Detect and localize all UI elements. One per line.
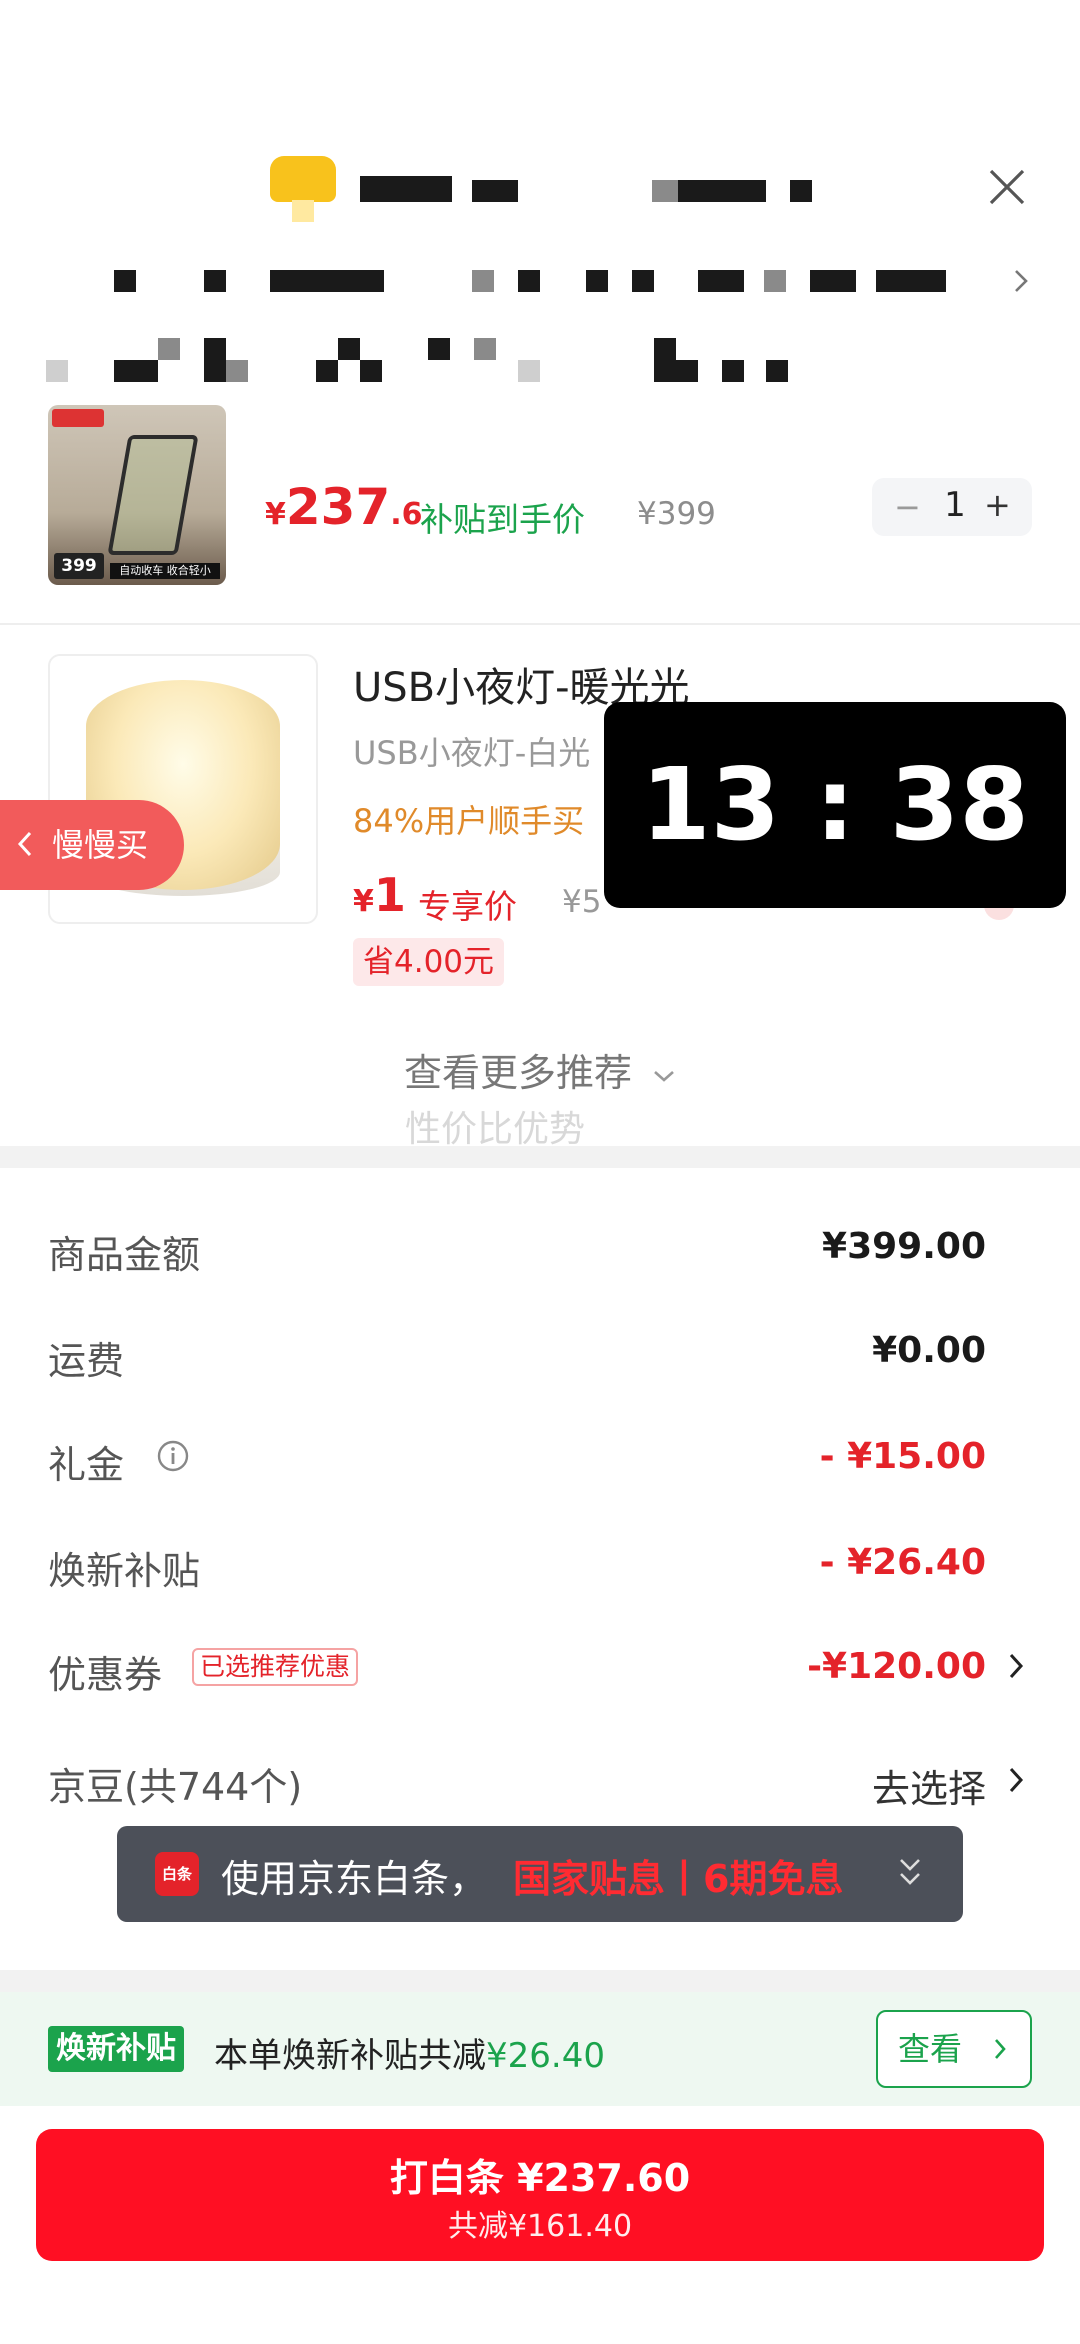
gift-value: - ¥15.00: [819, 1436, 986, 1477]
pay-main-text: 打白条 ¥237.60: [389, 2156, 691, 2200]
coupon-tag: 已选推荐优惠: [192, 1648, 359, 1686]
view-label: 查看: [898, 2030, 963, 2068]
subsidy-bar: 焕新补贴 本单焕新补贴共减¥26.40 查看: [0, 1992, 1080, 2106]
thumb-price: 399: [54, 553, 104, 579]
renew-subsidy-value: - ¥26.40: [819, 1542, 986, 1583]
freight-label: 运费: [48, 1339, 125, 1383]
chevron-right-icon[interactable]: [1006, 1764, 1026, 1796]
double-chevron-down-icon[interactable]: [897, 1854, 923, 1892]
save-badge: 省4.00元: [353, 938, 505, 986]
coupon-label[interactable]: 优惠券: [48, 1644, 162, 1699]
plus-button[interactable]: +: [984, 486, 1011, 524]
slow-buy-label: 慢慢买: [52, 826, 149, 864]
chevron-right-icon: [995, 2039, 1006, 2059]
pay-button[interactable]: 打白条 ¥237.60 共减¥161.40: [36, 2129, 1044, 2261]
gift-label: 礼金: [48, 1443, 125, 1487]
subsidy-badge: 焕新补贴: [48, 2026, 184, 2072]
quantity-value[interactable]: 1: [940, 485, 970, 525]
quantity-stepper[interactable]: − 1 +: [872, 478, 1032, 536]
more-recommend-label: 查看更多推荐: [403, 1051, 632, 1095]
stroller-frame: [107, 435, 199, 555]
item2-original-price: ¥5: [562, 884, 602, 920]
item1-original-price: ¥399: [637, 496, 716, 532]
item1-price-label: 补贴到手价: [420, 500, 585, 539]
section-gap: [0, 1146, 1080, 1168]
item1-price: ¥237.6: [265, 478, 423, 536]
chevron-right-icon[interactable]: [1010, 266, 1034, 296]
tooltip-text: 使用京东白条，: [221, 1857, 488, 1901]
tooltip-highlight: 国家贴息丨6期免息: [513, 1857, 844, 1901]
store-logo: [270, 156, 336, 222]
thumb-strip: 自动收车 收合轻小: [110, 563, 220, 579]
timer-overlay: 13 : 38: [604, 702, 1066, 908]
close-icon[interactable]: [985, 165, 1029, 209]
baitiao-tooltip[interactable]: 白条 使用京东白条， 国家贴息丨6期免息: [117, 1826, 963, 1922]
renew-subsidy-label: 焕新补贴: [48, 1549, 201, 1593]
info-icon[interactable]: [156, 1439, 190, 1473]
subsidy-amount: ¥26.40: [486, 2036, 605, 2076]
jd-beans-value[interactable]: 去选择: [872, 1758, 986, 1813]
goods-amount-value: ¥399.00: [822, 1226, 986, 1267]
item2-price-label: 专享价: [418, 887, 517, 926]
jd-beans-label[interactable]: 京豆(共744个): [48, 1756, 302, 1811]
subsidy-text: 本单焕新补贴共减¥26.40: [214, 2036, 605, 2076]
baitiao-icon: 白条: [155, 1852, 199, 1896]
minus-button[interactable]: −: [894, 488, 921, 526]
chevron-down-icon: [654, 1070, 674, 1082]
slow-buy-button[interactable]: 慢慢买: [0, 800, 184, 890]
pay-sub-text: 共减¥161.40: [447, 2209, 633, 2244]
divider: [0, 623, 1080, 625]
view-button[interactable]: 查看: [876, 2010, 1032, 2088]
item2-rate: 84%用户顺手买: [353, 802, 585, 840]
goods-amount-label: 商品金额: [48, 1233, 201, 1277]
chevron-left-icon: [17, 831, 32, 857]
thumb-tag: [52, 409, 104, 427]
chevron-right-icon[interactable]: [1006, 1650, 1026, 1682]
section-gap: [0, 1970, 1080, 1992]
more-recommend-button[interactable]: 查看更多推荐: [0, 1042, 1080, 1097]
item2-price: ¥1: [353, 868, 406, 922]
coupon-value[interactable]: -¥120.00: [807, 1646, 986, 1687]
product-thumbnail-stroller[interactable]: 399 自动收车 收合轻小: [48, 405, 226, 585]
freight-value: ¥0.00: [872, 1330, 986, 1371]
faded-caption: 性价比优势: [405, 1109, 586, 1150]
item2-variant: USB小夜灯-白光: [353, 734, 591, 772]
